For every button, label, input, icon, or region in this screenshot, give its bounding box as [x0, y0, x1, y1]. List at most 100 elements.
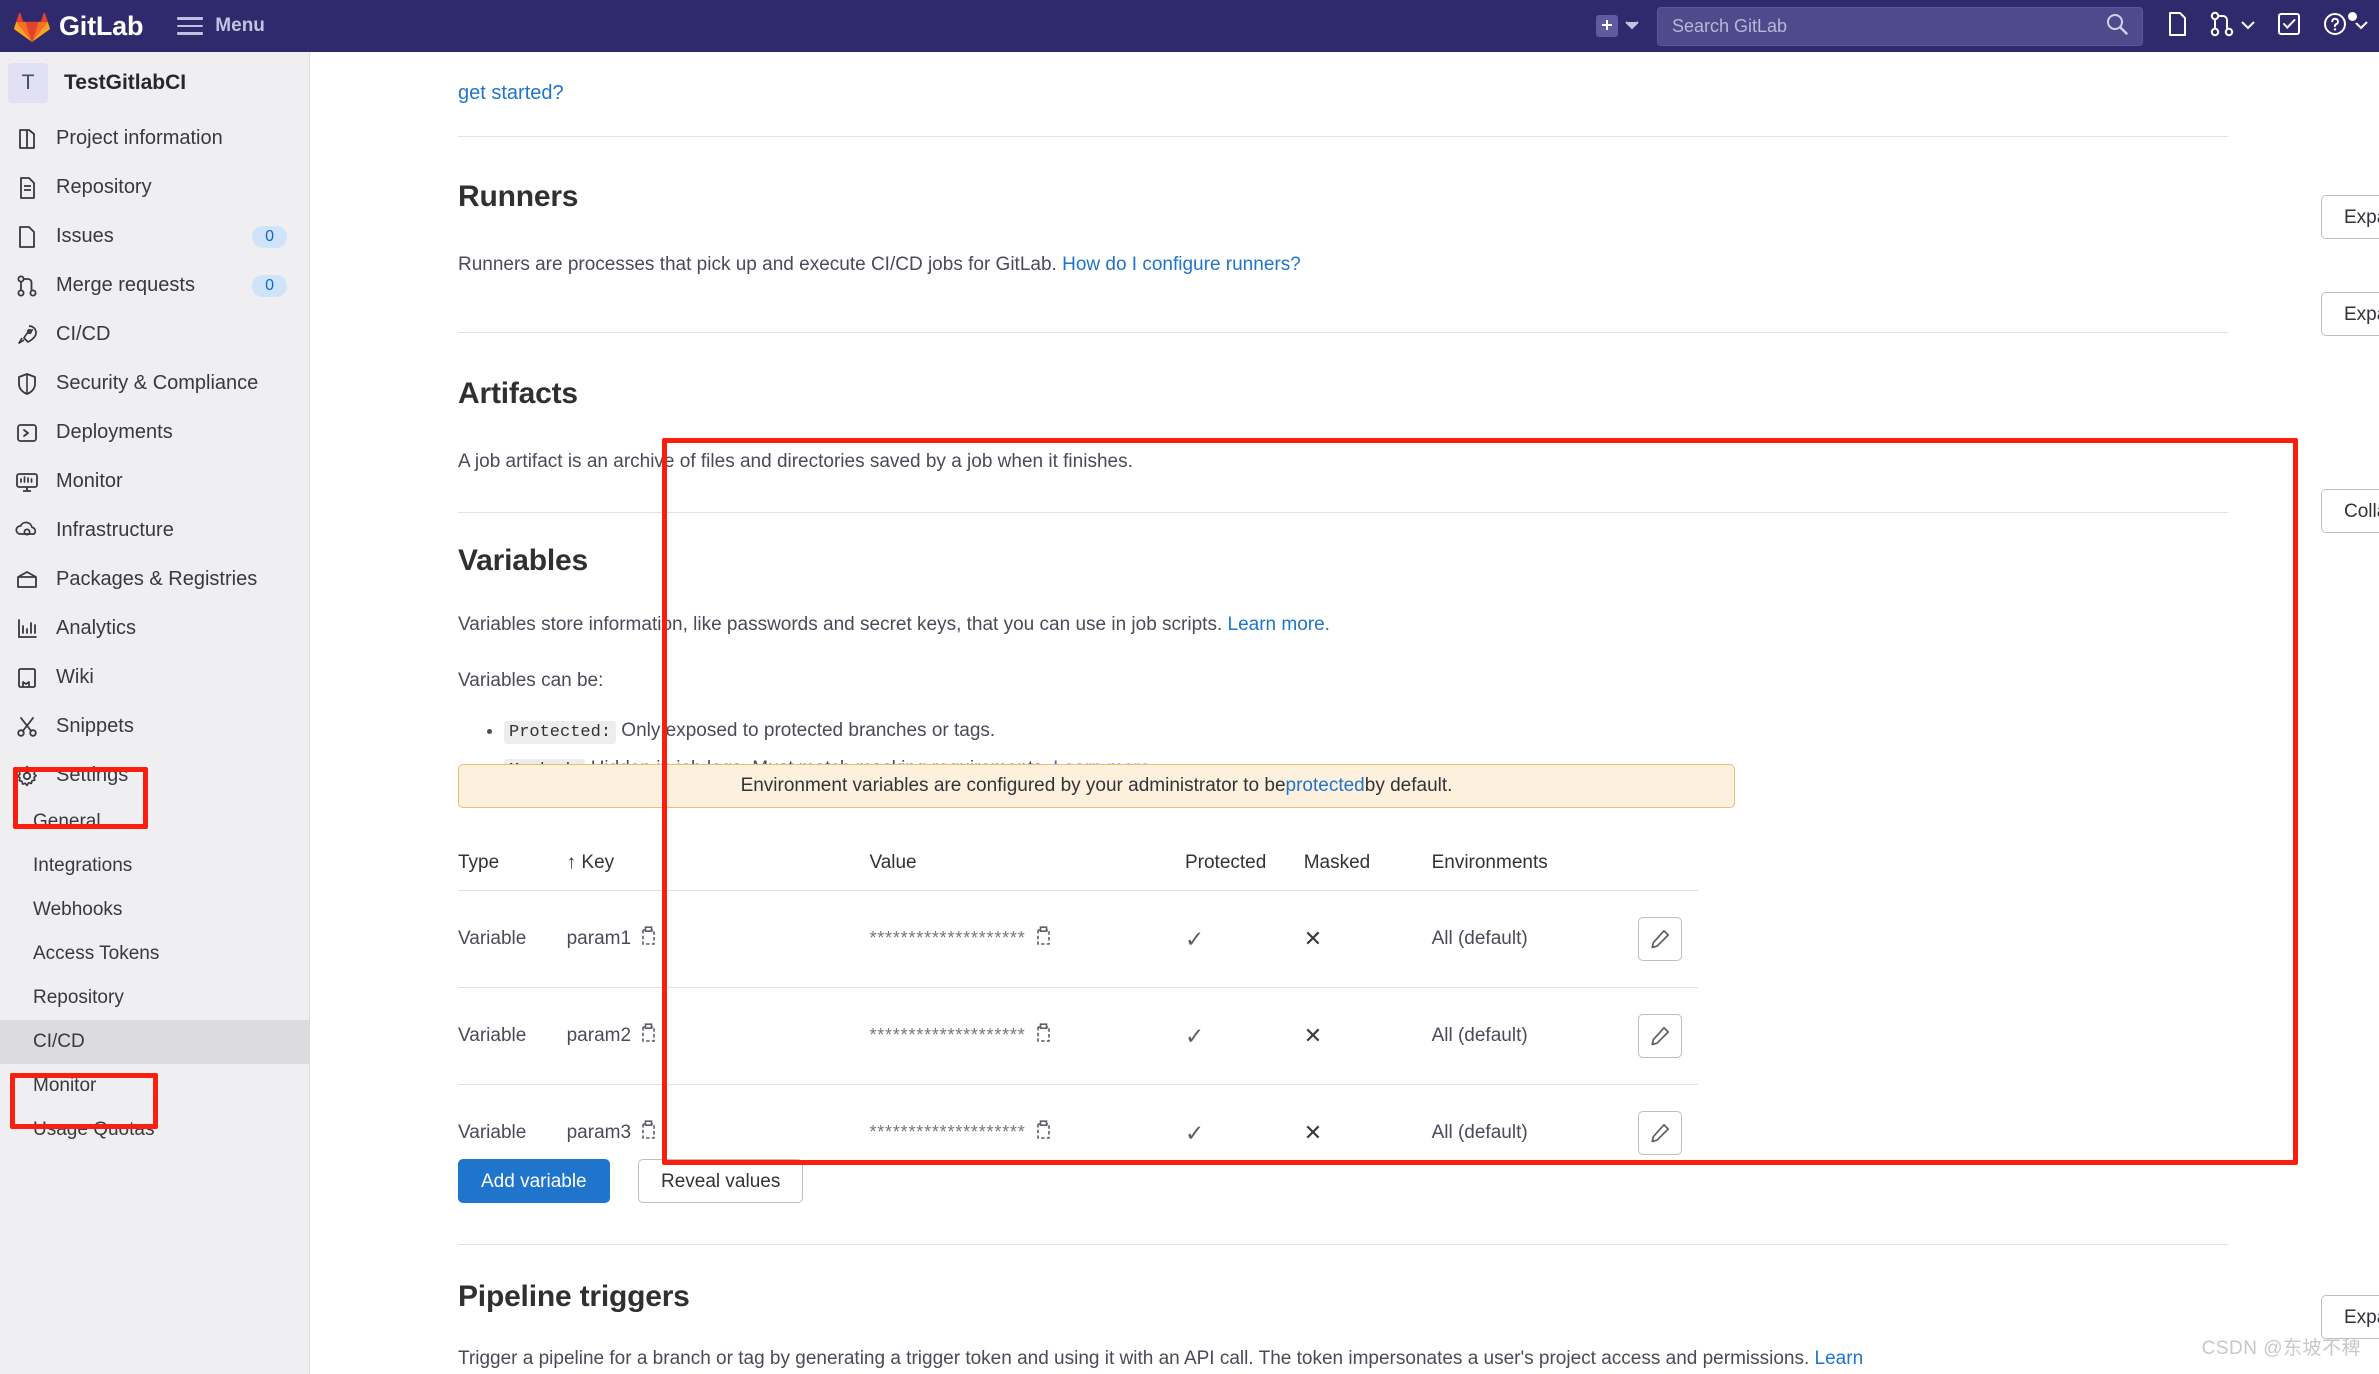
sidebar-item-ci-cd[interactable]: CI/CD: [0, 310, 309, 359]
col-environments[interactable]: Environments: [1432, 852, 1639, 891]
search-icon[interactable]: [2106, 13, 2128, 40]
sidebar-subitem-label: Access Tokens: [33, 943, 160, 964]
cell-key-text: param3: [566, 1122, 632, 1143]
col-value[interactable]: Value: [869, 852, 1185, 891]
merge-requests-button[interactable]: [2199, 0, 2266, 52]
divider: [458, 1244, 2228, 1245]
shield-icon: [14, 371, 40, 397]
variables-collapse-button[interactable]: Collapse: [2321, 489, 2379, 533]
cell-value: ********************: [869, 890, 1185, 988]
cross-icon: ✕: [1303, 1023, 1323, 1048]
variables-learn-more-link[interactable]: Learn more.: [1228, 614, 1330, 635]
main-menu-button[interactable]: Menu: [171, 0, 271, 52]
sidebar-subitem-usage-quotas[interactable]: Usage Quotas: [0, 1108, 309, 1152]
variables-can-be-label: Variables can be:: [458, 670, 604, 691]
issues-icon: [2166, 11, 2188, 42]
add-variable-button[interactable]: Add variable: [458, 1159, 610, 1203]
sidebar-subitem-label: CI/CD: [33, 1031, 85, 1052]
cell-environments: All (default): [1431, 987, 1639, 1085]
cell-type: Variable: [458, 987, 567, 1085]
copy-value-icon[interactable]: [1035, 925, 1055, 953]
sidebar-item-repository[interactable]: Repository: [0, 163, 309, 212]
merge-request-icon: [2210, 11, 2234, 42]
sidebar-item-badge: 0: [252, 274, 287, 297]
configure-runners-link[interactable]: How do I configure runners?: [1062, 254, 1301, 275]
sidebar-item-label: Packages & Registries: [56, 568, 258, 590]
issues-button[interactable]: [2155, 0, 2199, 52]
sidebar-item-issues[interactable]: Issues 0: [0, 212, 309, 261]
copy-key-icon[interactable]: [640, 1022, 660, 1050]
variables-table-wrapper: Type ↑ Key Value Protected Masked Enviro…: [458, 852, 1708, 1181]
sidebar-subitem-label: General: [33, 811, 101, 832]
runners-expand-button[interactable]: Expand: [2321, 195, 2379, 239]
snippet-icon: [14, 714, 40, 740]
plus-icon: [1596, 15, 1618, 37]
cross-icon: ✕: [1303, 926, 1323, 951]
sidebar-subitem-webhooks[interactable]: Webhooks: [0, 888, 309, 932]
sidebar-subitem-integrations[interactable]: Integrations: [0, 844, 309, 888]
sidebar-item-packages-registries[interactable]: Packages & Registries: [0, 555, 309, 604]
chart-icon: [14, 616, 40, 642]
sidebar-item-merge-requests[interactable]: Merge requests 0: [0, 261, 309, 310]
infrastructure-icon: [14, 518, 40, 544]
variables-description-text: Variables store information, like passwo…: [458, 614, 1228, 635]
col-type[interactable]: Type: [458, 852, 567, 891]
todos-button[interactable]: [2266, 0, 2312, 52]
runners-description: Runners are processes that pick up and e…: [458, 250, 2058, 279]
sidebar-subitem-ci-cd[interactable]: CI/CD: [0, 1020, 309, 1064]
sidebar-item-label: Wiki: [56, 666, 94, 688]
col-key[interactable]: ↑ Key: [567, 852, 870, 891]
sidebar-item-security-compliance[interactable]: Security & Compliance: [0, 359, 309, 408]
check-icon: ✓: [1184, 1022, 1205, 1049]
sidebar-subitem-monitor[interactable]: Monitor: [0, 1064, 309, 1108]
cell-value: ********************: [869, 987, 1185, 1085]
reveal-values-button[interactable]: Reveal values: [638, 1159, 804, 1203]
artifacts-expand-button[interactable]: Expand: [2321, 292, 2379, 336]
sidebar-item-project-information[interactable]: Project information: [0, 114, 309, 163]
package-icon: [14, 567, 40, 593]
copy-value-icon[interactable]: [1035, 1022, 1055, 1050]
sidebar-item-label: CI/CD: [56, 323, 111, 345]
section-title-pipeline-triggers: Pipeline triggers: [458, 1280, 690, 1313]
sidebar-item-infrastructure[interactable]: Infrastructure: [0, 506, 309, 555]
sidebar-subitem-general[interactable]: General: [0, 800, 309, 844]
sidebar-subitem-access-tokens[interactable]: Access Tokens: [0, 932, 309, 976]
sidebar-item-label: Project information: [56, 127, 223, 149]
sidebar-subitem-label: Repository: [33, 987, 124, 1008]
col-masked[interactable]: Masked: [1304, 852, 1432, 891]
get-started-link[interactable]: get started?: [458, 82, 564, 105]
sidebar-item-label: Settings: [56, 764, 129, 786]
alert-protected-link[interactable]: protected: [1286, 775, 1365, 797]
menu-button-label: Menu: [215, 15, 265, 36]
sidebar-item-label: Security & Compliance: [56, 372, 259, 394]
edit-variable-button[interactable]: [1638, 1014, 1683, 1058]
settings-submenu: General Integrations Webhooks Access Tokens…: [0, 800, 309, 1152]
col-key-label: Key: [581, 852, 615, 873]
gitlab-wordmark: GitLab: [59, 10, 144, 41]
sidebar-item-wiki[interactable]: Wiki: [0, 653, 309, 702]
sidebar-item-snippets[interactable]: Snippets: [0, 702, 309, 751]
create-new-button[interactable]: [1585, 0, 1650, 52]
copy-key-icon[interactable]: [640, 1119, 660, 1147]
help-button[interactable]: [2312, 0, 2379, 52]
copy-key-icon[interactable]: [640, 925, 660, 953]
sidebar-item-monitor[interactable]: Monitor: [0, 457, 309, 506]
sidebar-subitem-repository[interactable]: Repository: [0, 976, 309, 1020]
sidebar-item-deployments[interactable]: Deployments: [0, 408, 309, 457]
edit-variable-button[interactable]: [1638, 917, 1683, 961]
cell-value: ********************: [869, 1084, 1185, 1181]
sidebar-item-analytics[interactable]: Analytics: [0, 604, 309, 653]
sidebar-item-settings[interactable]: Settings: [0, 751, 309, 800]
search-input[interactable]: [1658, 15, 2106, 37]
copy-value-icon[interactable]: [1035, 1119, 1055, 1147]
gitlab-logo-icon[interactable]: [14, 9, 50, 43]
help-icon: [2323, 12, 2347, 41]
chevron-down-icon: [2354, 17, 2368, 35]
cell-type: Variable: [458, 890, 567, 988]
divider: [458, 512, 2228, 513]
col-protected[interactable]: Protected: [1185, 852, 1304, 891]
edit-variable-button[interactable]: [1638, 1111, 1683, 1155]
sidebar-item-label: Issues: [56, 225, 114, 247]
project-header[interactable]: T TestGitlabCI: [0, 52, 309, 114]
search-box[interactable]: [1657, 6, 2143, 46]
